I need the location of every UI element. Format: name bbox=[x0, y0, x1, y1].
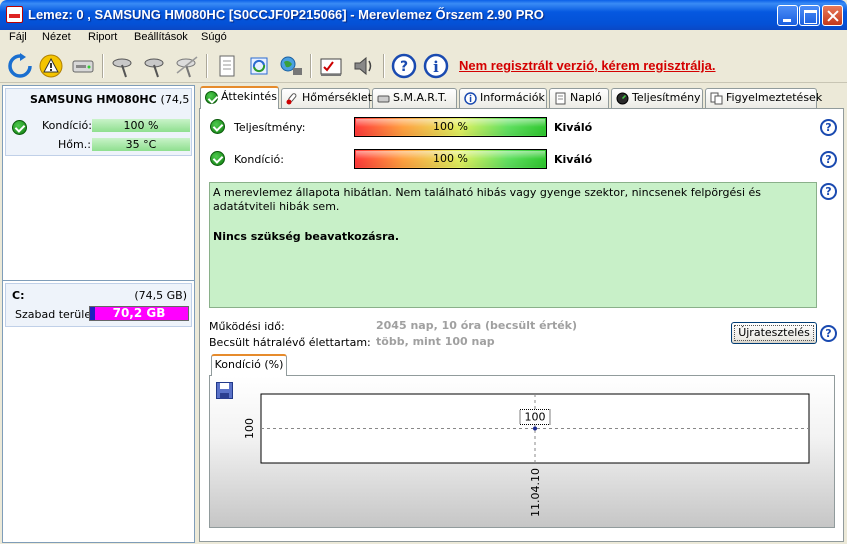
satellite-icon[interactable] bbox=[110, 53, 136, 79]
condition-chart-svg: 100 11.04.10 100 bbox=[243, 393, 810, 517]
ok-check-icon bbox=[12, 120, 27, 135]
disk-icon[interactable] bbox=[70, 53, 96, 79]
condition-mini-bar: 100 % bbox=[92, 119, 190, 132]
disk-list-item[interactable]: SAMSUNG HM080HC (74,5 GB) Kondíció: 100 … bbox=[5, 88, 192, 156]
warning-disk-icon[interactable] bbox=[38, 53, 64, 79]
tab-label: Napló bbox=[570, 91, 602, 104]
tab-temperature[interactable]: Hőmérséklet bbox=[281, 88, 373, 108]
close-button[interactable] bbox=[822, 5, 843, 26]
refresh-icon[interactable] bbox=[7, 53, 33, 79]
menu-view[interactable]: Nézet bbox=[42, 31, 71, 43]
tab-label: Teljesítmény bbox=[632, 91, 701, 104]
menu-report[interactable]: Riport bbox=[88, 31, 117, 43]
condition-label: Kondíció: bbox=[234, 153, 284, 166]
ok-check-icon bbox=[210, 119, 225, 134]
window-title: Lemez: 0 , SAMSUNG HM080HC [S0CCJF0P2150… bbox=[28, 7, 544, 22]
performance-bar: 100 % bbox=[354, 117, 547, 137]
menu-help[interactable]: Súgó bbox=[201, 31, 227, 43]
free-space-bar: 70,2 GB bbox=[89, 306, 189, 321]
status-message-box: A merevlemez állapota hibátlan. Nem talá… bbox=[209, 182, 817, 308]
thermometer-icon bbox=[286, 93, 297, 105]
chart-data-point bbox=[533, 426, 537, 431]
app-icon[interactable] bbox=[6, 6, 23, 23]
svg-text:?: ? bbox=[400, 59, 408, 75]
overview-panel: Teljesítmény: 100 % Kiváló ? Kondíció: 1… bbox=[199, 108, 844, 542]
gauge-icon bbox=[616, 92, 629, 105]
retest-help-icon[interactable]: ? bbox=[820, 325, 837, 342]
performance-value: 100 % bbox=[433, 120, 468, 133]
remaining-life-label: Becsült hátralévő élettartam: bbox=[209, 336, 371, 349]
condition-help-icon[interactable]: ? bbox=[820, 151, 837, 168]
document-icon[interactable] bbox=[214, 53, 240, 79]
menu-file[interactable]: Fájl bbox=[9, 31, 27, 43]
main-tabs: Áttekintés Hőmérséklet S.M.A.R.T. Inform… bbox=[200, 86, 845, 109]
tab-log[interactable]: Napló bbox=[549, 88, 609, 108]
status-message: A merevlemez állapota hibátlan. Nem talá… bbox=[213, 186, 762, 213]
maximize-button[interactable] bbox=[799, 5, 820, 26]
svg-text:i: i bbox=[433, 58, 439, 76]
disk-name: SAMSUNG HM080HC (74,5 GB) bbox=[30, 93, 190, 106]
toolbar: ? i Nem regisztrált verzió, kérem regisz… bbox=[0, 49, 847, 83]
performance-rating: Kiváló bbox=[554, 121, 593, 134]
satellite-icon[interactable] bbox=[142, 53, 168, 79]
satellite-off-icon[interactable] bbox=[174, 53, 200, 79]
temperature-label: Hőm.: bbox=[58, 138, 91, 151]
condition-chart: 100 11.04.10 100 bbox=[209, 375, 835, 528]
info-icon bbox=[464, 92, 477, 105]
tab-label: Áttekintés bbox=[221, 90, 277, 103]
minimize-button[interactable] bbox=[777, 5, 798, 26]
checklist-icon[interactable] bbox=[318, 53, 344, 79]
uptime-value: 2045 nap, 10 óra (becsült érték) bbox=[376, 319, 578, 332]
tab-information[interactable]: Információk bbox=[459, 88, 547, 108]
free-space-label: Szabad terület bbox=[15, 308, 96, 321]
status-action: Nincs szükség beavatkozásra. bbox=[213, 230, 400, 243]
temperature-mini-bar: 35 °C bbox=[92, 138, 190, 151]
condition-value: 100 % bbox=[433, 152, 468, 165]
performance-help-icon[interactable]: ? bbox=[820, 119, 837, 136]
disk-icon bbox=[377, 95, 390, 103]
message-help-icon[interactable]: ? bbox=[820, 183, 837, 200]
uptime-label: Működési idő: bbox=[209, 320, 285, 333]
tab-label: Hőmérséklet bbox=[302, 91, 373, 104]
chart-xtick-label: 11.04.10 bbox=[529, 468, 542, 517]
retest-button[interactable]: Újratesztelés bbox=[731, 322, 817, 344]
recycle-icon[interactable] bbox=[246, 53, 272, 79]
menu-settings[interactable]: Beállítások bbox=[134, 31, 188, 43]
tab-warnings[interactable]: Figyelmeztetések bbox=[705, 88, 822, 108]
not-registered-link[interactable]: Nem regisztrált verzió, kérem regisztrál… bbox=[459, 58, 716, 73]
ok-check-icon bbox=[205, 91, 218, 104]
title-bar: Lemez: 0 , SAMSUNG HM080HC [S0CCJF0P2150… bbox=[0, 0, 847, 30]
condition-label: Kondíció: bbox=[42, 119, 92, 132]
copy-document-icon bbox=[710, 92, 723, 105]
tab-label: S.M.A.R.T. bbox=[393, 91, 447, 104]
ok-check-icon bbox=[210, 151, 225, 166]
tab-smart[interactable]: S.M.A.R.T. bbox=[372, 88, 457, 108]
condition-bar: 100 % bbox=[354, 149, 547, 169]
tab-label: Információk bbox=[480, 91, 545, 104]
volume-panel: C: (74,5 GB) Szabad terület 70,2 GB bbox=[2, 280, 195, 543]
menu-bar: Fájl Nézet Riport Beállítások Súgó bbox=[0, 30, 847, 49]
volume-letter: C: bbox=[12, 289, 25, 302]
chart-ytick-label: 100 bbox=[243, 418, 256, 439]
tab-condition-chart[interactable]: Kondíció (%) bbox=[211, 354, 287, 376]
condition-rating: Kiváló bbox=[554, 153, 593, 166]
remaining-life-value: több, mint 100 nap bbox=[376, 335, 495, 348]
chart-data-label: 100 bbox=[525, 411, 546, 424]
tab-overview[interactable]: Áttekintés bbox=[200, 86, 279, 109]
tab-performance[interactable]: Teljesítmény bbox=[611, 88, 703, 108]
performance-label: Teljesítmény: bbox=[234, 121, 306, 134]
volume-size: (74,5 GB) bbox=[134, 289, 187, 302]
speaker-icon[interactable] bbox=[350, 53, 376, 79]
document-icon bbox=[555, 92, 566, 105]
info-icon[interactable]: i bbox=[423, 53, 449, 79]
disk-name-text: SAMSUNG HM080HC bbox=[30, 93, 157, 106]
tab-label: Figyelmeztetések bbox=[726, 91, 823, 104]
disk-size-text: (74,5 GB) bbox=[160, 93, 190, 106]
help-icon[interactable]: ? bbox=[391, 53, 417, 79]
network-icon[interactable] bbox=[278, 53, 304, 79]
